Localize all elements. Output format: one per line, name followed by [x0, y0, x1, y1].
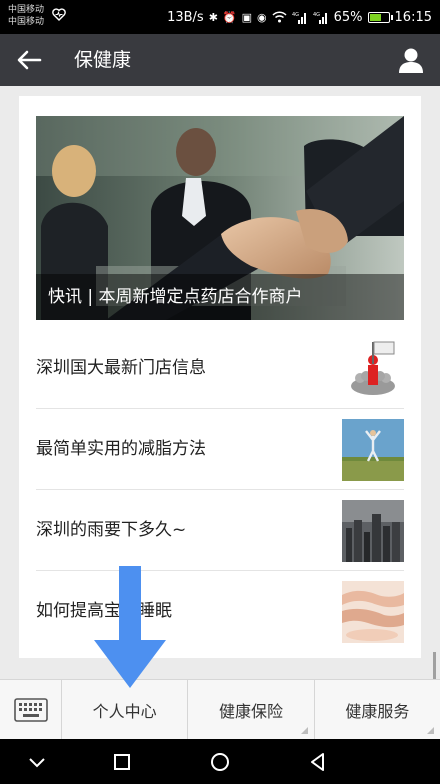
- net-speed: 13B/s: [167, 9, 204, 25]
- list-item[interactable]: 深圳国大最新门店信息: [36, 328, 404, 409]
- status-bar: 中国移动 中国移动 13B/s ✱ ⏰ ▣ ◉ 4G 4G 65% 16:15: [0, 0, 440, 34]
- news-list: 深圳国大最新门店信息 最简单实用的减脂方法 深圳的雨要下多久~ 如何提高宝宝睡眠: [36, 328, 404, 652]
- page-title: 保健康: [74, 49, 132, 71]
- system-nav-bar: [0, 739, 440, 784]
- submenu-indicator-icon: [300, 727, 308, 734]
- store-thumbnail: [342, 338, 404, 400]
- menu-health-service[interactable]: 健康服务: [315, 680, 440, 740]
- news-title: 深圳的雨要下多久~: [36, 520, 187, 540]
- arrow-down-icon: [94, 566, 166, 688]
- net-label-2: 4G: [313, 12, 320, 18]
- article-card: 快讯 | 本周新增定点药店合作商户 深圳国大最新门店信息 最简单实用的减脂方法: [19, 96, 421, 658]
- bluetooth-icon: ✱: [208, 10, 218, 24]
- battery-percent: 65%: [333, 9, 363, 25]
- app-header: 保健康: [0, 34, 440, 86]
- menu-label: 健康服务: [345, 702, 410, 721]
- carrier-1: 中国移动: [8, 5, 45, 15]
- heart-icon: [52, 8, 66, 21]
- person-icon[interactable]: [396, 45, 426, 75]
- clock: 16:15: [394, 9, 432, 25]
- menu-label: 健康保险: [218, 702, 283, 721]
- signal-icon-1: 4G: [292, 12, 306, 24]
- list-item[interactable]: 最简单实用的减脂方法: [36, 409, 404, 490]
- list-item[interactable]: 深圳的雨要下多久~: [36, 490, 404, 571]
- hero-caption: 快讯 | 本周新增定点药店合作商户: [36, 274, 404, 320]
- menu-health-insurance[interactable]: 健康保险: [188, 680, 315, 740]
- chevron-down-icon[interactable]: [22, 747, 52, 777]
- scrollbar-thumb[interactable]: [433, 652, 436, 680]
- fitness-thumbnail: [342, 419, 404, 481]
- bottom-menu: 个人中心 健康保险 健康服务: [0, 679, 440, 740]
- status-icons: 13B/s ✱ ⏰ ▣ ◉ 4G 4G 65% 16:15: [167, 0, 432, 34]
- keyboard-icon: [14, 698, 48, 722]
- arrow-left-icon[interactable]: [14, 46, 44, 74]
- menu-label: 个人中心: [92, 702, 157, 721]
- news-title: 深圳国大最新门店信息: [36, 358, 206, 378]
- net-label-1: 4G: [292, 12, 299, 18]
- back-triangle-icon[interactable]: [303, 747, 333, 777]
- battery-icon: [367, 11, 393, 23]
- home-icon[interactable]: [205, 747, 235, 777]
- baby-sleep-thumbnail: [342, 581, 404, 643]
- news-title: 最简单实用的减脂方法: [36, 439, 206, 459]
- wifi-icon: [272, 11, 287, 23]
- list-item[interactable]: 如何提高宝宝睡眠: [36, 571, 404, 652]
- carrier-2: 中国移动: [8, 17, 45, 27]
- eye-icon: ◉: [257, 10, 267, 24]
- alarm-icon: ⏰: [222, 10, 237, 24]
- submenu-indicator-icon: [426, 727, 434, 734]
- keyboard-toggle-button[interactable]: [0, 680, 62, 740]
- nfc-icon: ▣: [241, 10, 253, 24]
- city-rain-thumbnail: [342, 500, 404, 562]
- hero-article[interactable]: 快讯 | 本周新增定点药店合作商户: [36, 116, 404, 320]
- signal-icon-2: 4G: [313, 12, 327, 24]
- carrier-names: 中国移动 中国移动: [8, 4, 44, 28]
- recent-apps-icon[interactable]: [107, 747, 137, 777]
